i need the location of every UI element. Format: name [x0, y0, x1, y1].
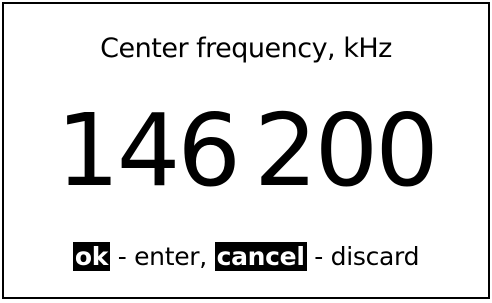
frequency-value: 146 200: [4, 96, 488, 206]
ok-key-label[interactable]: ok: [72, 242, 111, 271]
cancel-key-description: - discard: [306, 242, 420, 271]
key-hint: ok - enter, cancel - discard: [4, 241, 488, 273]
frequency-value-khz-part: 200: [254, 92, 439, 209]
screen-title: Center frequency, kHz: [100, 33, 392, 64]
frequency-entry-screen: Center frequency, kHz 146 200 ok - enter,…: [2, 2, 490, 299]
ok-key-description: - enter,: [110, 242, 215, 271]
cancel-key-label[interactable]: cancel: [214, 242, 307, 271]
frequency-value-mhz-part: 146: [56, 92, 241, 209]
